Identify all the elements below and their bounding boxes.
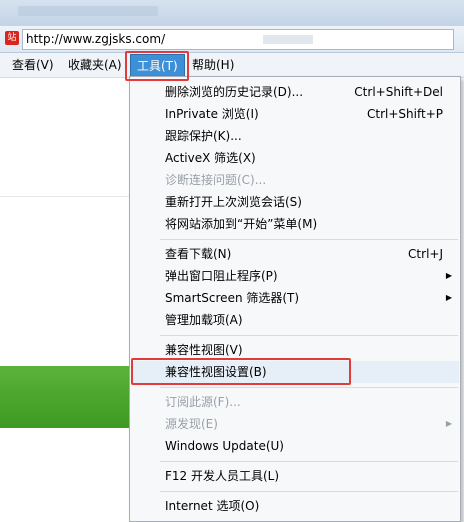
menu-help[interactable]: 帮助(H) xyxy=(186,53,240,77)
address-bar-row: 站 http://www.zgjsks.com/ xyxy=(0,26,464,53)
menu-entry-tracking-protection[interactable]: 跟踪保护(K)... xyxy=(131,125,459,147)
menu-entry-feed-discovery: 源发现(E) ▶ xyxy=(131,413,459,435)
menu-entry-subscribe-feed: 订阅此源(F)... xyxy=(131,391,459,413)
address-placeholder xyxy=(263,35,313,44)
submenu-arrow-icon: ▶ xyxy=(445,293,452,302)
title-bar xyxy=(0,0,464,26)
menu-entry-inprivate[interactable]: InPrivate 浏览(I) Ctrl+Shift+P xyxy=(131,103,459,125)
menu-entry-view-downloads[interactable]: 查看下载(N) Ctrl+J xyxy=(131,243,459,265)
menu-entry-label: Windows Update(U) xyxy=(165,439,284,453)
menu-separator xyxy=(160,335,458,336)
menu-separator xyxy=(160,491,458,492)
menu-entry-delete-history[interactable]: 删除浏览的历史记录(D)... Ctrl+Shift+Del xyxy=(131,81,459,103)
menu-entry-f12-devtools[interactable]: F12 开发人员工具(L) xyxy=(131,465,459,487)
green-banner xyxy=(0,366,132,428)
submenu-arrow-icon: ▶ xyxy=(445,419,452,428)
title-placeholder xyxy=(18,6,158,16)
menu-entry-manage-addons[interactable]: 管理加载项(A) xyxy=(131,309,459,331)
compatibility-settings-highlight-frame xyxy=(131,358,351,385)
menu-entry-label: ActiveX 筛选(X) xyxy=(165,151,256,165)
tools-dropdown-menu: 删除浏览的历史记录(D)... Ctrl+Shift+Del InPrivate… xyxy=(129,76,461,522)
menu-entry-label: 弹出窗口阻止程序(P) xyxy=(165,269,278,283)
menu-entry-label: 订阅此源(F)... xyxy=(165,395,241,409)
menu-entry-label: 查看下载(N) xyxy=(165,247,232,261)
address-input[interactable]: http://www.zgjsks.com/ xyxy=(22,29,454,50)
menu-entry-label: Internet 选项(O) xyxy=(165,499,260,513)
menu-favorites[interactable]: 收藏夹(A) xyxy=(62,53,128,77)
address-url: http://www.zgjsks.com/ xyxy=(26,32,166,46)
content-divider xyxy=(0,196,130,197)
menu-entry-popup-blocker[interactable]: 弹出窗口阻止程序(P) ▶ xyxy=(131,265,459,287)
menu-bar: 查看(V) 收藏夹(A) 工具(T) 帮助(H) xyxy=(0,53,464,78)
menu-entry-label: SmartScreen 筛选器(T) xyxy=(165,291,300,305)
menu-entry-add-to-start[interactable]: 将网站添加到“开始”菜单(M) xyxy=(131,213,459,235)
menu-separator xyxy=(160,239,458,240)
menu-entry-label: 跟踪保护(K)... xyxy=(165,129,242,143)
menu-separator xyxy=(160,461,458,462)
submenu-arrow-icon: ▶ xyxy=(445,271,452,280)
menu-entry-label: 将网站添加到“开始”菜单(M) xyxy=(165,217,318,231)
menu-entry-shortcut: Ctrl+Shift+P xyxy=(367,107,443,121)
menu-entry-diagnose-connection: 诊断连接问题(C)... xyxy=(131,169,459,191)
menu-entry-label: F12 开发人员工具(L) xyxy=(165,469,280,483)
menu-entry-label: InPrivate 浏览(I) xyxy=(165,107,259,121)
menu-entry-reopen-session[interactable]: 重新打开上次浏览会话(S) xyxy=(131,191,459,213)
menu-entry-label: 重新打开上次浏览会话(S) xyxy=(165,195,302,209)
tools-menu-highlight-frame xyxy=(125,51,189,81)
menu-view[interactable]: 查看(V) xyxy=(6,53,60,77)
menu-entry-label: 删除浏览的历史记录(D)... xyxy=(165,85,304,99)
menu-entry-shortcut: Ctrl+Shift+Del xyxy=(354,85,443,99)
site-favicon-icon: 站 xyxy=(5,31,19,45)
menu-entry-internet-options[interactable]: Internet 选项(O) xyxy=(131,495,459,517)
menu-entry-label: 诊断连接问题(C)... xyxy=(165,173,267,187)
menu-entry-label: 管理加载项(A) xyxy=(165,313,243,327)
menu-separator xyxy=(160,387,458,388)
menu-entry-label: 源发现(E) xyxy=(165,417,218,431)
menu-entry-windows-update[interactable]: Windows Update(U) xyxy=(131,435,459,457)
menu-entry-smartscreen[interactable]: SmartScreen 筛选器(T) ▶ xyxy=(131,287,459,309)
menu-entry-activex-filter[interactable]: ActiveX 筛选(X) xyxy=(131,147,459,169)
menu-entry-shortcut: Ctrl+J xyxy=(408,247,443,261)
